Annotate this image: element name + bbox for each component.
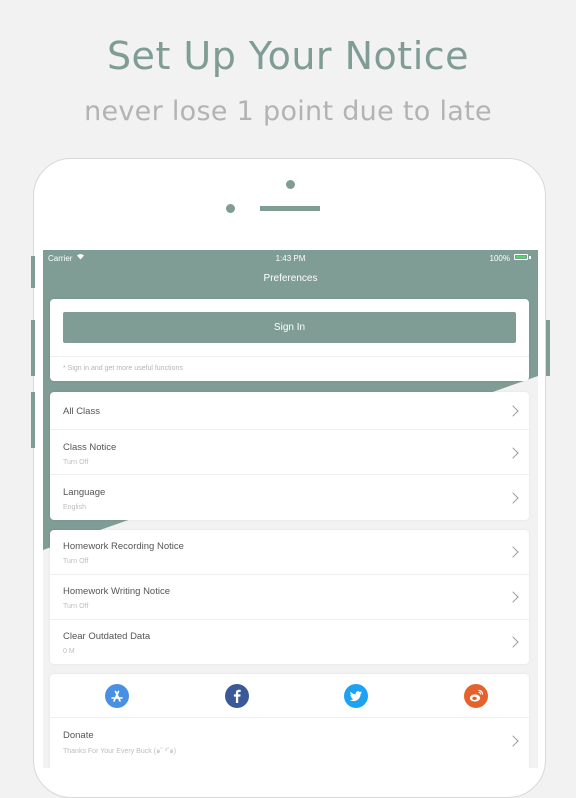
row-homework-writing-notice[interactable]: Homework Writing Notice Turn Off xyxy=(50,575,529,620)
facebook-icon[interactable] xyxy=(225,684,249,708)
settings-group-2: Homework Recording Notice Turn Off Homew… xyxy=(50,530,529,664)
twitter-icon[interactable] xyxy=(344,684,368,708)
row-subtitle: Turn Off xyxy=(63,558,89,565)
battery-icon xyxy=(514,254,528,260)
row-subtitle: Thanks For Your Every Buck (๑˘ ³˘๑) xyxy=(63,748,177,755)
subheadline: never lose 1 point due to late xyxy=(84,96,492,127)
row-title: Class Notice xyxy=(63,442,117,453)
volume-button xyxy=(31,392,35,448)
sign-in-button[interactable]: Sign In xyxy=(63,312,516,343)
settings-group-1: All Class Class Notice Turn Off Language… xyxy=(50,392,529,520)
row-homework-recording-notice[interactable]: Homework Recording Notice Turn Off xyxy=(50,530,529,575)
row-title: Language xyxy=(63,487,106,498)
row-title: All Class xyxy=(63,406,100,417)
volume-button xyxy=(31,256,35,288)
row-subtitle: 0 M xyxy=(63,648,75,655)
row-all-class[interactable]: All Class xyxy=(50,392,529,430)
clock: 1:43 PM xyxy=(275,254,306,263)
sensor-dot xyxy=(226,204,235,213)
battery-percent: 100% xyxy=(489,254,510,263)
nav-title: Preferences xyxy=(263,273,318,284)
divider xyxy=(50,356,529,357)
camera-dot xyxy=(286,180,295,189)
row-title: Donate xyxy=(63,730,94,741)
row-subtitle: Turn Off xyxy=(63,459,89,466)
chevron-right-icon xyxy=(507,492,519,504)
row-language[interactable]: Language English xyxy=(50,475,529,520)
row-donate[interactable]: Donate Thanks For Your Every Buck (๑˘ ³˘… xyxy=(50,718,529,768)
row-title: Clear Outdated Data xyxy=(63,631,151,642)
app-screen: Carrier 1:43 PM 100% Preferences Sign In… xyxy=(43,250,538,768)
speaker-grille xyxy=(260,206,320,211)
volume-button xyxy=(31,320,35,376)
status-bar: Carrier 1:43 PM 100% xyxy=(43,250,538,266)
chevron-right-icon xyxy=(507,636,519,648)
chevron-right-icon xyxy=(507,546,519,558)
headline: Set Up Your Notice xyxy=(106,34,470,78)
chevron-right-icon xyxy=(507,591,519,603)
weibo-icon[interactable] xyxy=(464,684,488,708)
row-clear-outdated-data[interactable]: Clear Outdated Data 0 M xyxy=(50,620,529,664)
social-row xyxy=(50,674,529,718)
chevron-right-icon xyxy=(507,447,519,459)
battery-tip xyxy=(529,256,531,259)
signin-hint: * Sign in and get more useful functions xyxy=(63,365,183,372)
settings-group-3: Donate Thanks For Your Every Buck (๑˘ ³˘… xyxy=(50,674,529,768)
chevron-right-icon xyxy=(507,405,519,417)
chevron-right-icon xyxy=(507,735,519,747)
row-title: Homework Writing Notice xyxy=(63,586,170,597)
row-subtitle: English xyxy=(63,504,86,511)
row-class-notice[interactable]: Class Notice Turn Off xyxy=(50,430,529,475)
signin-card: Sign In * Sign in and get more useful fu… xyxy=(50,299,529,381)
app-store-icon[interactable] xyxy=(105,684,129,708)
power-button xyxy=(546,320,550,376)
row-title: Homework Recording Notice xyxy=(63,541,184,552)
row-subtitle: Turn Off xyxy=(63,603,89,610)
